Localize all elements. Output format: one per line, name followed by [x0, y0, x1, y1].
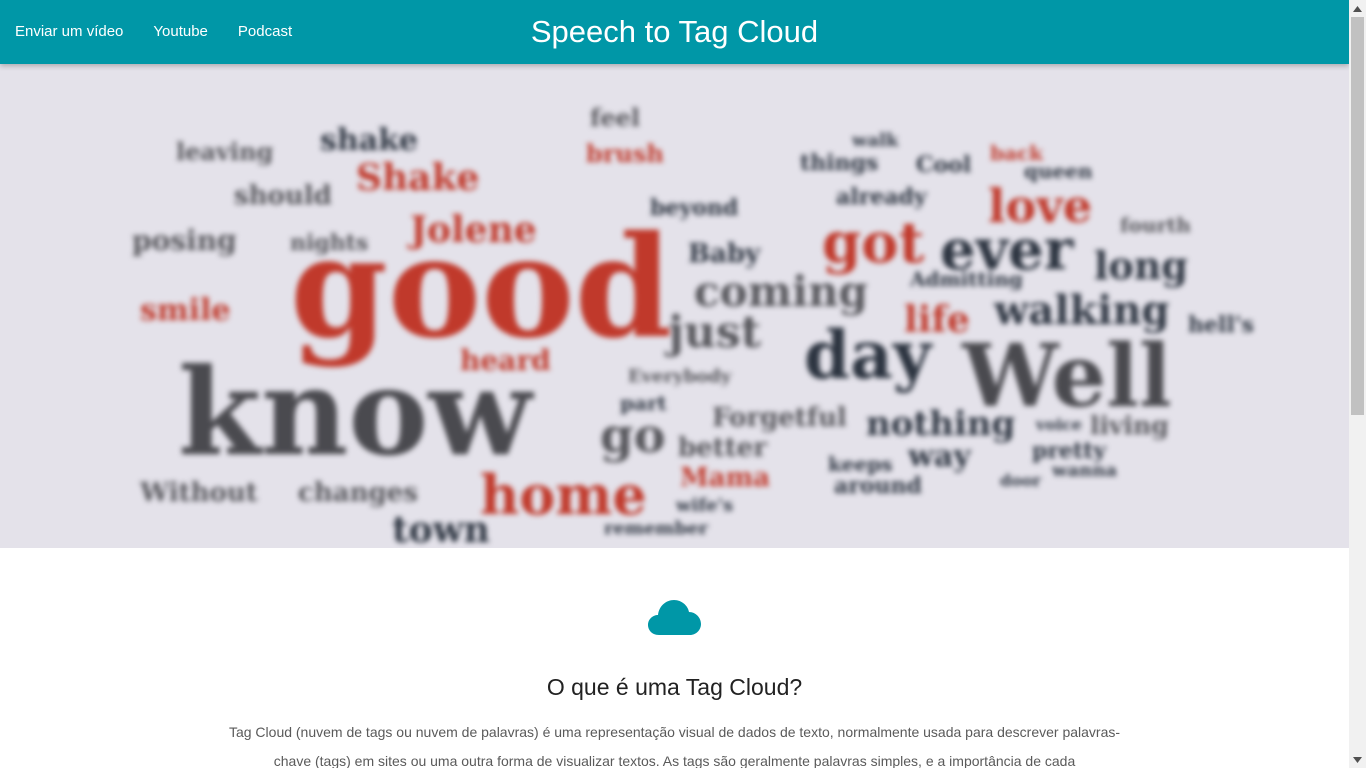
scroll-up-arrow-icon[interactable]	[1349, 0, 1366, 17]
cloud-word: Everybody	[628, 366, 732, 387]
nav-link-podcast[interactable]: Podcast	[223, 0, 307, 64]
cloud-word: just	[664, 307, 762, 358]
cloud-word: back	[990, 141, 1044, 165]
page: Speech to Tag Cloud Enviar um vídeo Yout…	[0, 0, 1366, 768]
section-description: Tag Cloud (nuvem de tags ou nuvem de pal…	[228, 724, 1121, 768]
tag-cloud-graphic: good know Well day ever got home love go…	[132, 103, 1254, 548]
cloud-word: living	[1090, 411, 1169, 440]
page-scrollbar[interactable]	[1349, 0, 1366, 768]
cloud-word: brush	[586, 139, 664, 168]
nav-links: Enviar um vídeo Youtube Podcast	[0, 0, 307, 64]
cloud-word: walk	[851, 130, 899, 151]
cloud-word: heard	[460, 344, 551, 377]
nav-link-youtube[interactable]: Youtube	[138, 0, 223, 64]
cloud-word: go	[600, 408, 666, 464]
cloud-word: wanna	[1051, 460, 1117, 481]
cloud-word: Admitting	[909, 267, 1023, 291]
cloud-word: should	[234, 181, 332, 211]
cloud-word: walking	[993, 287, 1170, 334]
tag-cloud-info-section: O que é uma Tag Cloud? Tag Cloud (nuvem …	[0, 548, 1349, 768]
cloud-word: Cool	[916, 152, 971, 178]
cloud-word: leaving	[176, 137, 273, 166]
cloud-word: hell's	[1188, 312, 1254, 338]
cloud-word: beyond	[650, 195, 738, 221]
cloud-word: shake	[320, 123, 418, 158]
cloud-word: nothing	[866, 404, 1015, 444]
cloud-word: nights	[290, 230, 368, 256]
cloud-word: wife's	[675, 495, 733, 516]
cloud-word: voice	[1035, 415, 1082, 434]
nav-link-enviar-video[interactable]: Enviar um vídeo	[0, 0, 138, 64]
cloud-word: Jolene	[407, 209, 537, 251]
cloud-word: door	[1000, 471, 1042, 490]
cloud-word: way	[907, 439, 972, 474]
scroll-down-arrow-icon[interactable]	[1349, 751, 1366, 768]
cloud-word: Baby	[688, 239, 761, 269]
cloud-word: posing	[132, 224, 237, 257]
cloud-word: life	[904, 299, 970, 341]
cloud-word: town	[392, 509, 490, 548]
cloud-word: smile	[140, 293, 231, 328]
cloud-word: better	[678, 433, 767, 463]
top-navbar: Speech to Tag Cloud Enviar um vídeo Yout…	[0, 0, 1349, 64]
cloud-word: Forgetful	[712, 403, 847, 433]
cloud-word: Shake	[356, 157, 479, 199]
scroll-thumb[interactable]	[1351, 17, 1364, 415]
cloud-word: things	[800, 150, 878, 176]
cloud-word: love	[988, 179, 1092, 233]
cloud-word: fourth	[1120, 213, 1191, 237]
section-title: O que é uma Tag Cloud?	[546, 674, 803, 700]
cloud-word: feel	[590, 103, 640, 132]
hero-tag-cloud-image: good know Well day ever got home love go…	[0, 64, 1349, 548]
cloud-word: long	[1094, 243, 1188, 288]
cloud-word: part	[620, 391, 667, 415]
cloud-word: Mama	[680, 463, 770, 493]
cloud-word: Without	[139, 478, 258, 508]
cloud-word: already	[836, 184, 928, 210]
cloud-word: changes	[298, 478, 418, 508]
cloud-icon-shape	[648, 600, 701, 635]
cloud-icon	[648, 600, 701, 635]
cloud-word: remember	[604, 518, 709, 539]
cloud-word: around	[834, 473, 922, 499]
